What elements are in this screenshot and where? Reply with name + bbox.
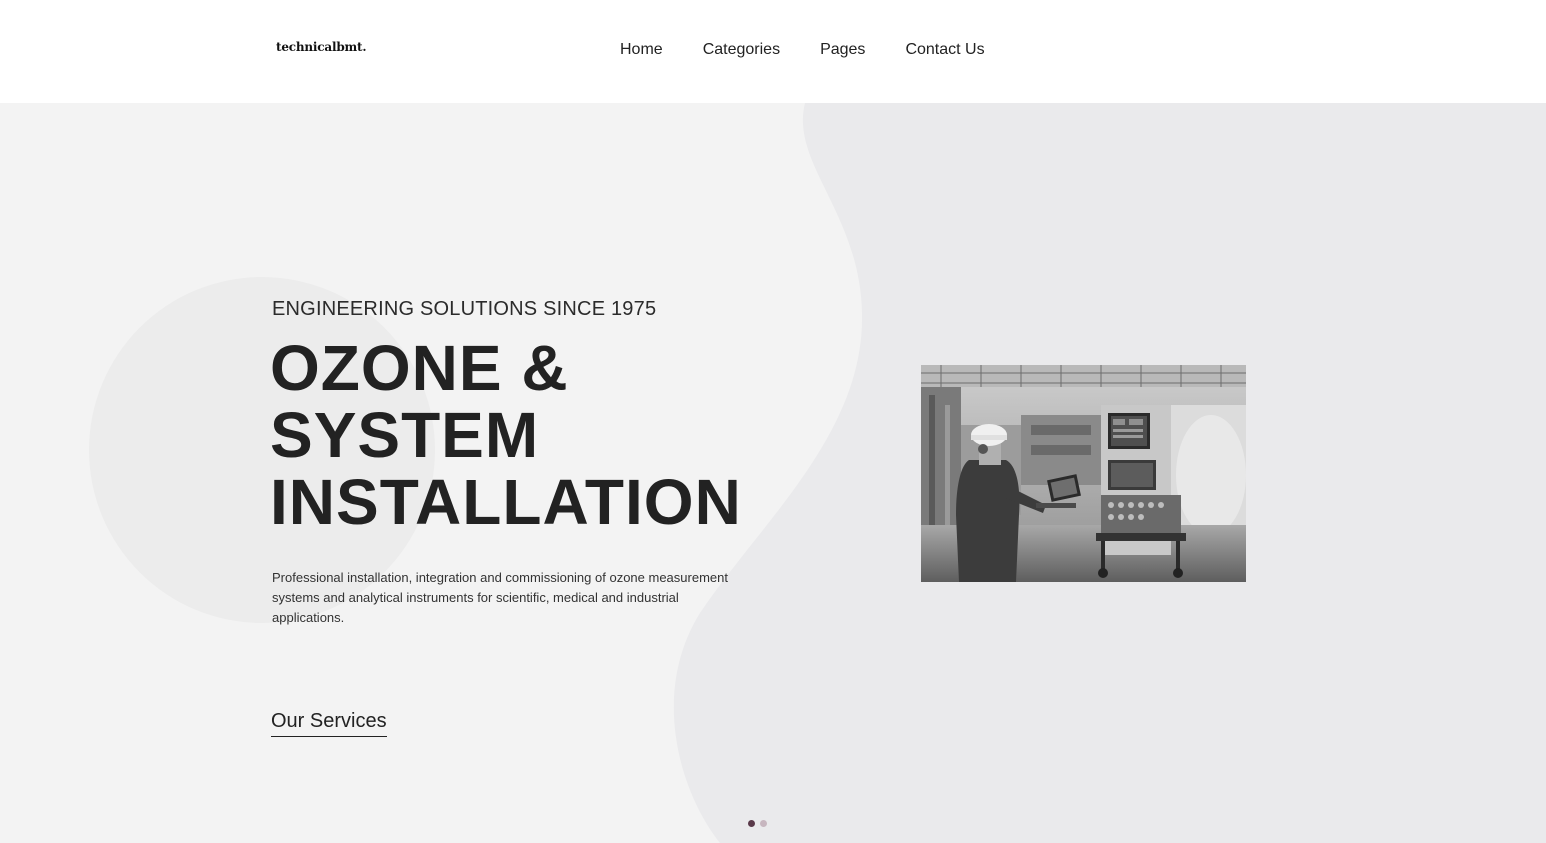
hero-headline: OZONE & SYSTEM INSTALLATION bbox=[270, 335, 742, 536]
hero-description: Professional installation, integration a… bbox=[272, 570, 728, 625]
headline-line-2: SYSTEM bbox=[270, 399, 540, 471]
slider-dot-2[interactable] bbox=[760, 820, 767, 827]
nav-home[interactable]: Home bbox=[620, 40, 663, 60]
hero-image bbox=[921, 365, 1246, 582]
slider-dot-1[interactable] bbox=[748, 820, 755, 827]
slider-dots bbox=[748, 820, 767, 827]
headline-line-1: OZONE & bbox=[270, 332, 569, 404]
main-nav: Home Categories Pages Contact Us bbox=[620, 40, 985, 60]
site-header: technicalbmt. Home Categories Pages Cont… bbox=[0, 0, 1546, 103]
site-logo[interactable]: technicalbmt. bbox=[276, 40, 367, 54]
page: technicalbmt. Home Categories Pages Cont… bbox=[0, 0, 1546, 843]
our-services-link[interactable]: Our Services bbox=[271, 710, 387, 737]
headline-line-3: INSTALLATION bbox=[270, 466, 742, 538]
hero-eyebrow: ENGINEERING SOLUTIONS SINCE 1975 bbox=[272, 298, 657, 320]
hero-background-shapes bbox=[89, 103, 1546, 843]
nav-categories[interactable]: Categories bbox=[703, 40, 780, 60]
industrial-engineer-photo bbox=[921, 365, 1246, 582]
nav-pages[interactable]: Pages bbox=[820, 40, 865, 60]
hero-section: ENGINEERING SOLUTIONS SINCE 1975 OZONE &… bbox=[0, 103, 1546, 843]
nav-contact-us[interactable]: Contact Us bbox=[905, 40, 984, 60]
